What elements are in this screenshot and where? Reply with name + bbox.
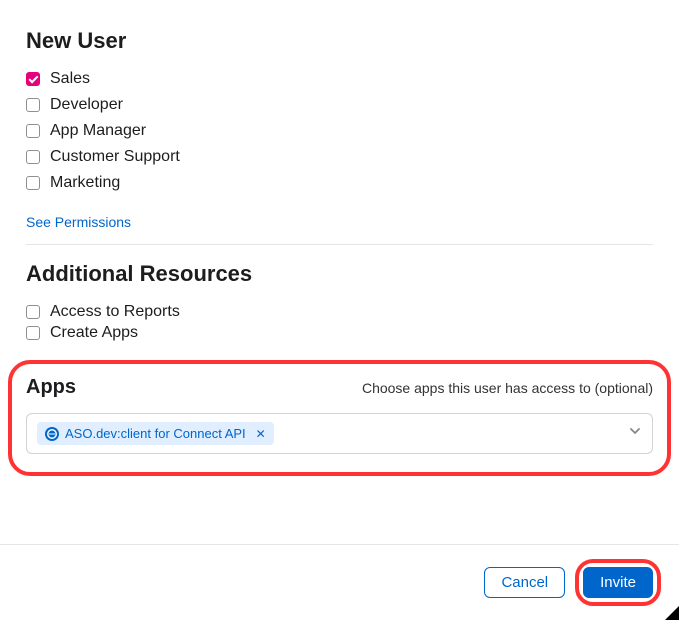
app-icon — [45, 427, 59, 441]
resource-checkbox-create-apps[interactable] — [26, 326, 40, 340]
resource-row: Access to Reports — [26, 303, 653, 321]
role-row: Developer — [26, 96, 653, 114]
role-checkbox-app-manager[interactable] — [26, 124, 40, 138]
role-label: Customer Support — [50, 148, 180, 166]
app-tag-label: ASO.dev:client for Connect API — [65, 426, 246, 441]
footer: Cancel Invite — [0, 544, 679, 620]
resources-title: Additional Resources — [26, 261, 653, 287]
apps-title: Apps — [26, 376, 76, 399]
resource-row: Create Apps — [26, 324, 653, 342]
invite-button[interactable]: Invite — [583, 567, 653, 598]
role-label: Sales — [50, 70, 90, 88]
cancel-button[interactable]: Cancel — [484, 567, 565, 598]
apps-header: Apps Choose apps this user has access to… — [26, 376, 653, 399]
resource-checkbox-reports[interactable] — [26, 305, 40, 319]
resize-handle-icon[interactable] — [665, 606, 679, 620]
role-row: App Manager — [26, 122, 653, 140]
role-label: Marketing — [50, 174, 120, 192]
role-checkbox-developer[interactable] — [26, 98, 40, 112]
role-row: Customer Support — [26, 148, 653, 166]
role-row: Sales — [26, 70, 653, 88]
role-label: App Manager — [50, 122, 146, 140]
apps-hint: Choose apps this user has access to (opt… — [362, 380, 653, 396]
role-checkbox-customer-support[interactable] — [26, 150, 40, 164]
resource-label: Access to Reports — [50, 303, 180, 321]
apps-highlight-box: Apps Choose apps this user has access to… — [8, 360, 671, 476]
role-checkbox-marketing[interactable] — [26, 176, 40, 190]
divider — [26, 244, 653, 245]
roles-list: Sales Developer App Manager Customer Sup… — [26, 70, 653, 192]
apps-select[interactable]: ASO.dev:client for Connect API ✕ — [26, 413, 653, 454]
see-permissions-link[interactable]: See Permissions — [26, 214, 131, 230]
resources-list: Access to Reports Create Apps — [26, 303, 653, 342]
invite-highlight: Invite — [575, 559, 661, 606]
role-checkbox-sales[interactable] — [26, 72, 40, 86]
role-label: Developer — [50, 96, 123, 114]
app-tag: ASO.dev:client for Connect API ✕ — [37, 422, 274, 445]
page-title: New User — [26, 28, 653, 54]
chevron-down-icon — [628, 424, 642, 443]
role-row: Marketing — [26, 174, 653, 192]
resource-label: Create Apps — [50, 324, 138, 342]
remove-tag-icon[interactable]: ✕ — [252, 427, 266, 441]
